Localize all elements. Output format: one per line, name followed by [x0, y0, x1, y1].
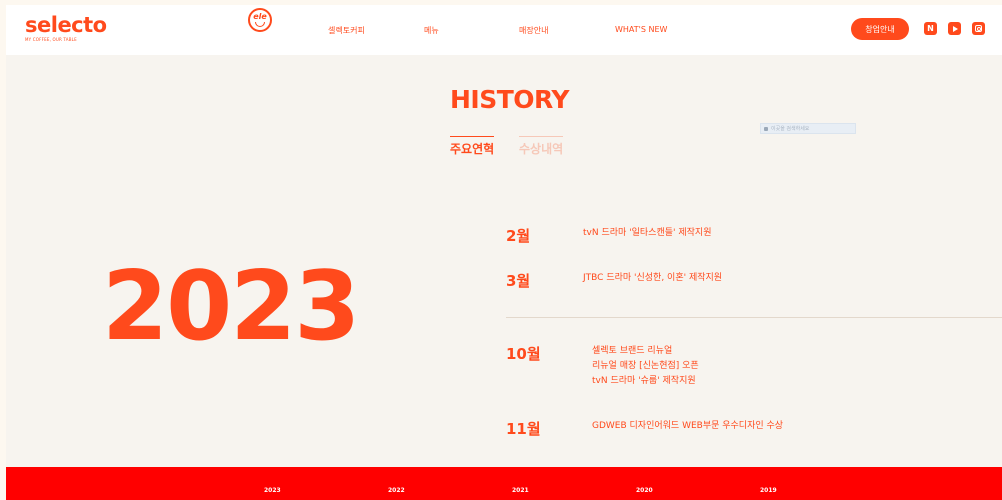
month-label: 2월 — [506, 227, 531, 245]
event-text: tvN 드라마 '일타스캔들' 제작지원 — [583, 228, 712, 238]
event-text: GDWEB 디자인어워드 WEB부문 우수디자인 수상 — [592, 421, 784, 431]
search-input[interactable]: 이곳을 검색하세요 — [760, 123, 856, 134]
search-placeholder: 이곳을 검색하세요 — [771, 126, 810, 132]
nav-item-selecto-coffee[interactable]: 셀렉토커피 — [328, 25, 365, 36]
year-tab-2022[interactable]: 2022 — [388, 487, 405, 494]
event-text: 리뉴얼 매장 [신논현점] 오픈 — [592, 361, 699, 371]
history-year: 2023 — [102, 252, 360, 362]
logo-wordmark: selecto — [25, 13, 107, 37]
month-label: 11월 — [506, 420, 541, 438]
play-icon — [952, 25, 958, 32]
smile-icon — [255, 22, 265, 27]
page-title: HISTORY — [450, 85, 570, 114]
nav-item-whats-new[interactable]: WHAT'S NEW — [615, 25, 667, 34]
startup-inquiry-button[interactable]: 창업안내 — [851, 18, 909, 40]
year-tab-2020[interactable]: 2020 — [636, 487, 653, 494]
logo-tagline: MY COFFEE, OUR TABLE — [25, 37, 77, 42]
month-label: 10월 — [506, 345, 541, 363]
youtube-icon[interactable] — [948, 22, 961, 35]
search-icon — [764, 126, 768, 131]
event-text: 셀렉토 브랜드 리뉴얼 — [592, 346, 673, 356]
site-header: selecto MY COFFEE, OUR TABLE ele 셀렉토커피 메… — [6, 5, 1002, 55]
nav-item-menu[interactable]: 메뉴 — [424, 25, 439, 36]
tab-awards[interactable]: 수상내역 — [519, 136, 564, 157]
event-text: JTBC 드라마 '신성한, 이혼' 제작지원 — [583, 273, 723, 283]
year-tab-2021[interactable]: 2021 — [512, 487, 529, 494]
instagram-icon[interactable] — [972, 22, 985, 35]
page-frame: selecto MY COFFEE, OUR TABLE ele 셀렉토커피 메… — [6, 5, 1002, 500]
camera-icon — [975, 25, 982, 32]
timeline-divider — [506, 317, 1002, 318]
naver-icon[interactable]: N — [924, 22, 937, 35]
event-text: tvN 드라마 '슈룹' 제작지원 — [592, 376, 696, 386]
tab-history[interactable]: 주요연혁 — [450, 136, 495, 157]
year-tab-2019[interactable]: 2019 — [760, 487, 777, 494]
logo[interactable]: selecto MY COFFEE, OUR TABLE — [25, 14, 107, 42]
badge-text: ele — [253, 12, 267, 21]
naver-glyph: N — [927, 23, 934, 33]
nav-item-store[interactable]: 매장안내 — [519, 25, 548, 36]
year-tab-2023[interactable]: 2023 — [264, 487, 281, 494]
ele-badge-icon[interactable]: ele — [248, 8, 272, 32]
month-label: 3월 — [506, 272, 531, 290]
year-nav-bar: 2023 2022 2021 2020 2019 — [6, 467, 1002, 500]
